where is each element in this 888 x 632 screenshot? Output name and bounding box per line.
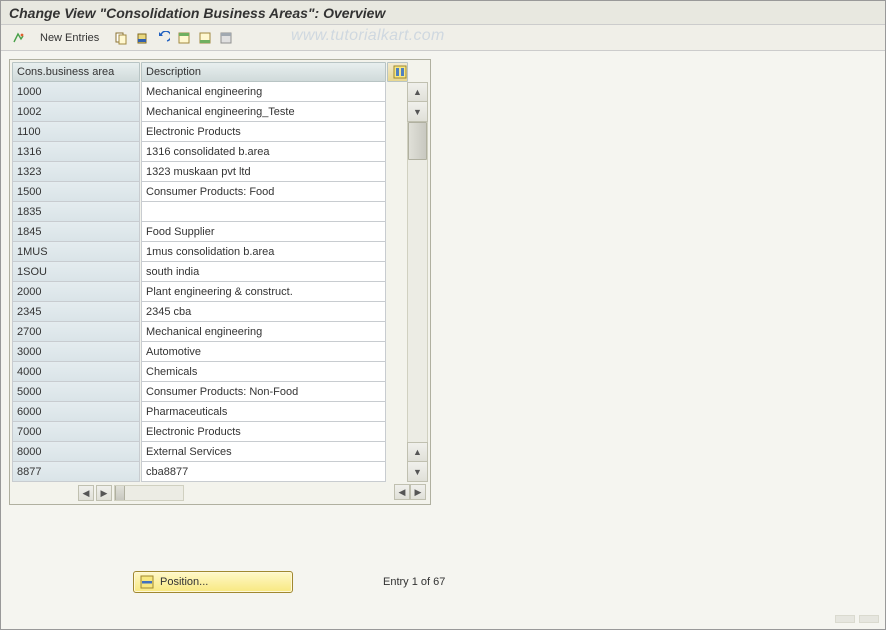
table-row[interactable]: 3000Automotive <box>12 342 407 362</box>
cell-area[interactable]: 1SOU <box>12 262 140 282</box>
table-row[interactable]: 1MUS1mus consolidation b.area <box>12 242 407 262</box>
copy-icon[interactable] <box>112 29 130 47</box>
table-row[interactable]: 1100Electronic Products <box>12 122 407 142</box>
cell-desc[interactable]: Electronic Products <box>141 122 386 142</box>
cell-desc[interactable]: External Services <box>141 442 386 462</box>
cell-desc[interactable]: Pharmaceuticals <box>141 402 386 422</box>
entry-counter: Entry 1 of 67 <box>383 576 445 588</box>
table-row[interactable]: 23452345 cba <box>12 302 407 322</box>
page-title: Change View "Consolidation Business Area… <box>1 1 885 25</box>
position-icon <box>140 575 154 589</box>
table-row[interactable]: 2700Mechanical engineering <box>12 322 407 342</box>
cell-desc[interactable]: 1323 muskaan pvt ltd <box>141 162 386 182</box>
cell-desc[interactable]: 2345 cba <box>141 302 386 322</box>
cell-area[interactable]: 1500 <box>12 182 140 202</box>
cell-area[interactable]: 2345 <box>12 302 140 322</box>
cell-desc[interactable]: Chemicals <box>141 362 386 382</box>
scroll-thumb[interactable] <box>408 122 427 160</box>
cell-area[interactable]: 2700 <box>12 322 140 342</box>
delete-icon[interactable] <box>133 29 151 47</box>
cell-area[interactable]: 8877 <box>12 462 140 482</box>
cell-area[interactable]: 1845 <box>12 222 140 242</box>
scroll-right-icon[interactable]: ▶ <box>96 485 112 501</box>
select-all-icon[interactable] <box>175 29 193 47</box>
table-row[interactable]: 7000Electronic Products <box>12 422 407 442</box>
table-row[interactable]: 1500Consumer Products: Food <box>12 182 407 202</box>
scroll-right-end-icon[interactable]: ▶ <box>410 484 426 500</box>
cell-desc[interactable]: 1316 consolidated b.area <box>141 142 386 162</box>
cell-desc[interactable]: Plant engineering & construct. <box>141 282 386 302</box>
cell-desc[interactable] <box>141 202 386 222</box>
table-row[interactable]: 8000External Services <box>12 442 407 462</box>
resize-handle <box>835 615 879 623</box>
vertical-scrollbar[interactable]: ▲ ▼ ▲ ▼ <box>407 82 428 482</box>
table-row[interactable]: 13231323 muskaan pvt ltd <box>12 162 407 182</box>
cell-desc[interactable]: Mechanical engineering_Teste <box>141 102 386 122</box>
deselect-all-icon[interactable] <box>217 29 235 47</box>
data-table: Cons.business area Description 1000Mecha… <box>9 59 431 505</box>
cell-area[interactable]: 7000 <box>12 422 140 442</box>
table-row[interactable]: 1SOUsouth india <box>12 262 407 282</box>
scroll-up2-icon[interactable]: ▲ <box>407 442 428 462</box>
table-row[interactable]: 1835 <box>12 202 407 222</box>
cell-desc[interactable]: Automotive <box>141 342 386 362</box>
cell-area[interactable]: 1835 <box>12 202 140 222</box>
cell-desc[interactable]: south india <box>141 262 386 282</box>
cell-desc[interactable]: Mechanical engineering <box>141 322 386 342</box>
cell-area[interactable]: 1316 <box>12 142 140 162</box>
table-row[interactable]: 13161316 consolidated b.area <box>12 142 407 162</box>
cell-area[interactable]: 2000 <box>12 282 140 302</box>
cell-area[interactable]: 1002 <box>12 102 140 122</box>
col-header-area[interactable]: Cons.business area <box>12 62 140 82</box>
cell-desc[interactable]: Food Supplier <box>141 222 386 242</box>
scroll-up-icon[interactable]: ▲ <box>407 82 428 102</box>
toolbar: New Entries www.tutorialkart.com <box>1 25 885 51</box>
table-row[interactable]: 1845Food Supplier <box>12 222 407 242</box>
position-button[interactable]: Position... <box>133 571 293 593</box>
cell-desc[interactable]: Mechanical engineering <box>141 82 386 102</box>
cell-area[interactable]: 1MUS <box>12 242 140 262</box>
cell-area[interactable]: 1100 <box>12 122 140 142</box>
cell-area[interactable]: 6000 <box>12 402 140 422</box>
table-row[interactable]: 5000Consumer Products: Non-Food <box>12 382 407 402</box>
scroll-down2-icon[interactable]: ▼ <box>407 462 428 482</box>
table-row[interactable]: 2000Plant engineering & construct. <box>12 282 407 302</box>
cell-area[interactable]: 5000 <box>12 382 140 402</box>
cell-desc[interactable]: Consumer Products: Non-Food <box>141 382 386 402</box>
cell-area[interactable]: 4000 <box>12 362 140 382</box>
cell-desc[interactable]: Consumer Products: Food <box>141 182 386 202</box>
scroll-left-icon[interactable]: ◀ <box>78 485 94 501</box>
scroll-down-icon[interactable]: ▼ <box>407 102 428 122</box>
cell-area[interactable]: 1323 <box>12 162 140 182</box>
table-row[interactable]: 4000Chemicals <box>12 362 407 382</box>
table-config-icon[interactable] <box>387 62 408 82</box>
other-view-icon[interactable] <box>9 29 27 47</box>
cell-desc[interactable]: 1mus consolidation b.area <box>141 242 386 262</box>
col-header-desc[interactable]: Description <box>141 62 386 82</box>
table-row[interactable]: 6000Pharmaceuticals <box>12 402 407 422</box>
cell-desc[interactable]: cba8877 <box>141 462 386 482</box>
cell-area[interactable]: 3000 <box>12 342 140 362</box>
horizontal-scrollbar[interactable]: ◀ ▶ <box>78 484 184 502</box>
hscroll-track[interactable] <box>114 485 184 501</box>
table-row[interactable]: 8877cba8877 <box>12 462 407 482</box>
scroll-left-end-icon[interactable]: ◀ <box>394 484 410 500</box>
select-block-icon[interactable] <box>196 29 214 47</box>
undo-icon[interactable] <box>154 29 172 47</box>
position-button-label: Position... <box>160 576 208 588</box>
table-row[interactable]: 1000Mechanical engineering <box>12 82 407 102</box>
cell-area[interactable]: 1000 <box>12 82 140 102</box>
new-entries-button[interactable]: New Entries <box>34 30 105 46</box>
table-row[interactable]: 1002Mechanical engineering_Teste <box>12 102 407 122</box>
cell-area[interactable]: 8000 <box>12 442 140 462</box>
cell-desc[interactable]: Electronic Products <box>141 422 386 442</box>
watermark: www.tutorialkart.com <box>291 27 445 45</box>
